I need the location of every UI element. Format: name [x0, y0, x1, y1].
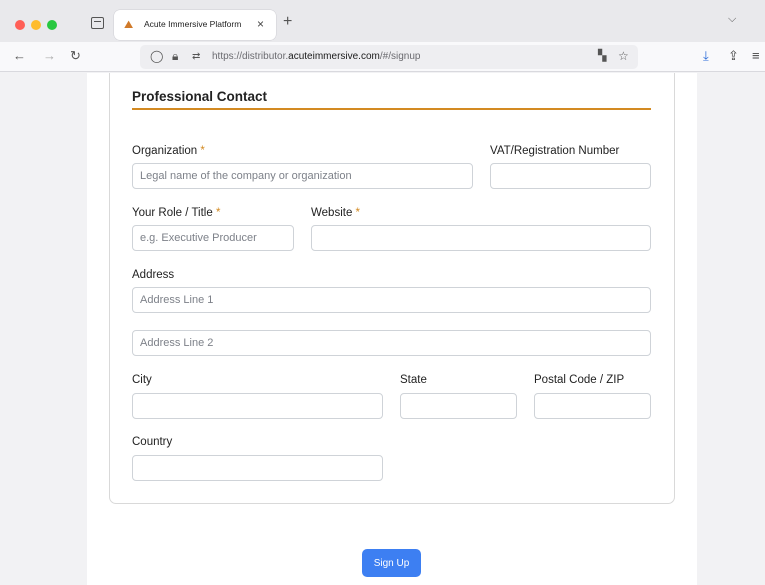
tab-close-icon[interactable]: ×	[257, 17, 264, 31]
site-favicon-icon: ⛰	[124, 19, 134, 31]
address-line2-input[interactable]	[132, 330, 651, 356]
role-input[interactable]	[132, 225, 294, 251]
state-input[interactable]	[400, 393, 517, 419]
country-label: Country	[132, 436, 173, 448]
website-input[interactable]	[311, 225, 651, 251]
postal-input[interactable]	[534, 393, 651, 419]
tab-title: Acute Immersive Platform	[144, 19, 242, 29]
address-line1-input[interactable]	[132, 287, 651, 313]
sign-up-button[interactable]: Sign Up	[362, 549, 421, 577]
vat-label: VAT/Registration Number	[490, 145, 620, 157]
maximize-window-button[interactable]	[47, 20, 57, 30]
minimize-window-button[interactable]	[31, 20, 41, 30]
country-input[interactable]	[132, 455, 383, 481]
city-label: City	[132, 374, 152, 386]
organization-input[interactable]	[132, 163, 473, 189]
downloads-icon[interactable]: ⤓	[703, 48, 709, 64]
state-label: State	[400, 374, 427, 386]
back-arrow-icon[interactable]: ←	[13, 48, 26, 63]
browser-tab-active[interactable]: ⛰ Acute Immersive Platform ×	[114, 10, 276, 40]
url-bar[interactable]: ◯ 🔒︎ ⇄ https://distributor.acuteimmersiv…	[140, 45, 638, 69]
tab-overview-icon[interactable]	[91, 17, 104, 29]
shield-icon[interactable]: ◯	[150, 49, 163, 63]
bookmark-star-icon[interactable]: ☆	[618, 49, 629, 63]
signup-page: Professional Contact Organization * VAT/…	[87, 73, 697, 585]
city-input[interactable]	[132, 393, 383, 419]
postal-label: Postal Code / ZIP	[534, 374, 625, 386]
forward-arrow-icon[interactable]: →	[43, 48, 56, 63]
menu-icon[interactable]: ≡	[752, 48, 760, 63]
url-text[interactable]: https://distributor.acuteimmersive.com/#…	[212, 51, 420, 62]
lock-icon[interactable]: 🔒︎	[172, 49, 178, 64]
new-tab-icon[interactable]: +	[283, 13, 292, 31]
tab-list-chevron-icon[interactable]: ⌵	[728, 13, 736, 26]
site-permissions-icon[interactable]: ⇄	[192, 51, 200, 62]
reload-icon[interactable]: ↻	[70, 48, 81, 64]
browser-title-bar: ⛰ Acute Immersive Platform × + ⌵	[0, 0, 765, 42]
vat-input[interactable]	[490, 163, 651, 189]
share-icon[interactable]: ⇪	[728, 48, 739, 64]
qr-code-icon[interactable]: ▚	[598, 49, 606, 62]
address-label: Address	[132, 269, 175, 281]
organization-label: Organization *	[132, 145, 205, 157]
section-divider	[132, 108, 651, 110]
close-window-button[interactable]	[15, 20, 25, 30]
website-label: Website *	[311, 207, 361, 219]
browser-nav-bar: ← → ↻ ◯ 🔒︎ ⇄ https://distributor.acuteim…	[0, 42, 765, 72]
role-label: Your Role / Title *	[132, 207, 221, 219]
section-title: Professional Contact	[132, 89, 268, 104]
